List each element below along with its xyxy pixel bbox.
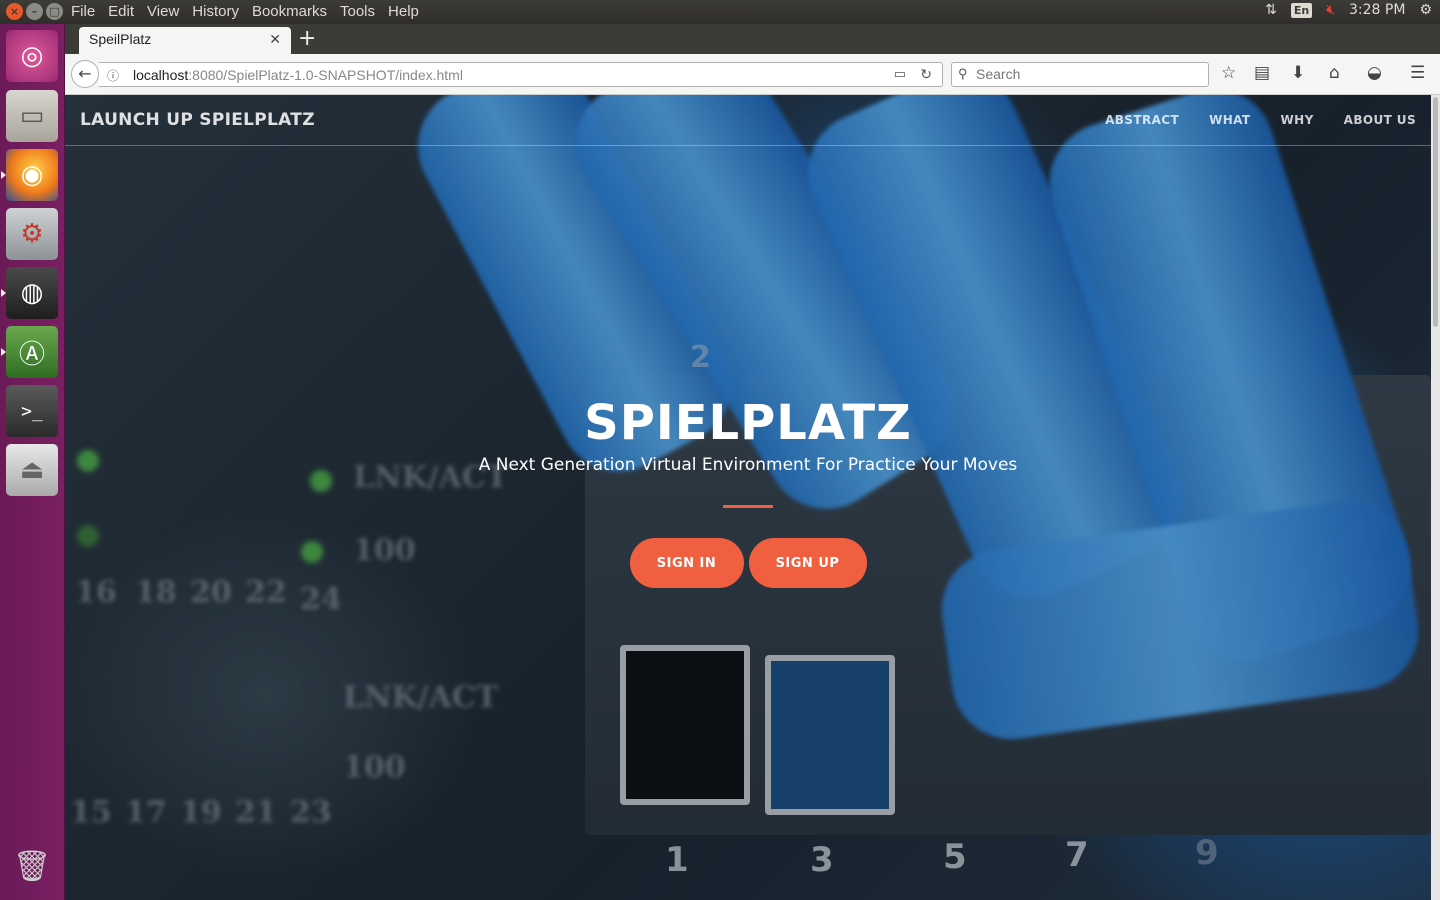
site-nav-links: ABSTRACT WHAT WHY ABOUT US — [1105, 113, 1416, 127]
terminal-icon[interactable]: >_ — [6, 385, 58, 437]
sound-muted-icon[interactable]: 🔇︎ — [1326, 2, 1335, 18]
hero-section: SPIELPLATZ A Next Generation Virtual Env… — [65, 395, 1431, 588]
ubuntu-dash-icon[interactable]: ◎ — [6, 30, 58, 82]
menu-view[interactable]: View — [147, 3, 179, 20]
scrollbar-thumb[interactable] — [1433, 97, 1438, 327]
system-tray: ⇅ En 🔇︎ 3:28 PM ⚙ — [1265, 2, 1432, 18]
app-menu-bar: File Edit View History Bookmarks Tools H… — [71, 3, 419, 20]
bookmark-star-icon[interactable]: ☆ — [1221, 63, 1236, 83]
hero-buttons: SIGN IN SIGN UP — [65, 538, 1431, 588]
sign-up-button[interactable]: SIGN UP — [748, 538, 867, 588]
nav-about-us-link[interactable]: ABOUT US — [1344, 113, 1416, 127]
menu-bookmarks[interactable]: Bookmarks — [252, 3, 327, 20]
menu-edit[interactable]: Edit — [108, 3, 134, 20]
usb-creator-icon[interactable]: ⏏ — [6, 444, 58, 496]
hero-title: SPIELPLATZ — [584, 395, 912, 451]
sign-in-button[interactable]: SIGN IN — [629, 538, 744, 588]
nav-abstract-link[interactable]: ABSTRACT — [1105, 113, 1179, 127]
network-icon[interactable]: ⇅ — [1265, 2, 1277, 18]
menu-tools[interactable]: Tools — [340, 3, 375, 20]
new-tab-icon[interactable]: + — [298, 26, 316, 51]
close-tab-icon[interactable]: ✕ — [269, 31, 281, 48]
site-info-icon[interactable]: ⓘ — [107, 67, 119, 84]
url-text[interactable]: localhost:8080/SpielPlatz-1.0-SNAPSHOT/i… — [133, 67, 463, 83]
downloads-icon[interactable]: ⬇ — [1291, 63, 1305, 83]
site-brand-link[interactable]: LAUNCH UP SPIELPLATZ — [80, 110, 315, 130]
minimize-window-icon[interactable]: – — [26, 3, 43, 20]
menu-history[interactable]: History — [192, 3, 239, 20]
keyboard-language-indicator[interactable]: En — [1290, 2, 1313, 18]
search-icon: ⚲ — [958, 66, 968, 81]
search-placeholder: Search — [976, 66, 1021, 82]
tab-title: SpeilPlatz — [89, 31, 152, 47]
home-icon[interactable]: ⌂ — [1329, 63, 1340, 83]
system-settings-icon[interactable]: ⚙ — [6, 208, 58, 260]
reader-view-icon[interactable]: ▭ — [894, 66, 906, 82]
browser-nav-bar: ← ⓘ localhost:8080/SpielPlatz-1.0-SNAPSH… — [65, 54, 1440, 95]
menu-help[interactable]: Help — [388, 3, 419, 20]
system-top-bar: × – □ File Edit View History Bookmarks T… — [0, 0, 1440, 24]
site-navbar: LAUNCH UP SPIELPLATZ ABSTRACT WHAT WHY A… — [65, 95, 1431, 146]
reload-icon[interactable]: ↻ — [920, 66, 932, 83]
browser-tab-bar: SpeilPlatz ✕ + — [65, 24, 1440, 54]
url-path: :8080/SpielPlatz-1.0-SNAPSHOT/index.html — [188, 67, 463, 83]
back-arrow-icon[interactable]: ← — [71, 60, 99, 88]
page-scrollbar[interactable] — [1431, 95, 1440, 900]
menu-file[interactable]: File — [71, 3, 95, 20]
tab-speilplatz[interactable]: SpeilPlatz ✕ — [79, 27, 291, 54]
firefox-icon[interactable]: ◉ — [1, 149, 58, 201]
nav-why-link[interactable]: WHY — [1280, 113, 1313, 127]
unity-launcher: ◎ ▭ ◉ ⚙ ◍ Ⓐ >_ ⏏ 🗑︎ — [0, 24, 65, 900]
page-viewport: LNK/ACT 100 LNK/ACT 100 16 18 20 22 24 1… — [65, 95, 1431, 900]
disk-utility-icon[interactable]: ◍ — [1, 267, 58, 319]
clock[interactable]: 3:28 PM — [1349, 2, 1405, 18]
software-updater-icon[interactable]: Ⓐ — [1, 326, 58, 378]
hero-divider — [723, 505, 773, 508]
hero-subtitle: A Next Generation Virtual Environment Fo… — [478, 455, 1018, 475]
hamburger-menu-icon[interactable]: ☰ — [1410, 63, 1425, 83]
nav-what-link[interactable]: WHAT — [1209, 113, 1250, 127]
maximize-window-icon[interactable]: □ — [46, 3, 63, 20]
url-host: localhost — [133, 67, 189, 83]
close-window-icon[interactable]: × — [6, 3, 23, 20]
window-controls: × – □ — [6, 3, 63, 20]
search-input[interactable]: ⚲ Search — [951, 62, 1209, 87]
files-icon[interactable]: ▭ — [6, 90, 58, 142]
url-bar[interactable]: ⓘ localhost:8080/SpielPlatz-1.0-SNAPSHOT… — [99, 62, 943, 87]
pocket-icon[interactable]: ◒ — [1367, 63, 1382, 83]
trash-icon[interactable]: 🗑︎ — [6, 840, 58, 892]
gear-icon[interactable]: ⚙ — [1419, 2, 1432, 18]
bookmarks-list-icon[interactable]: ▤ — [1254, 63, 1270, 83]
